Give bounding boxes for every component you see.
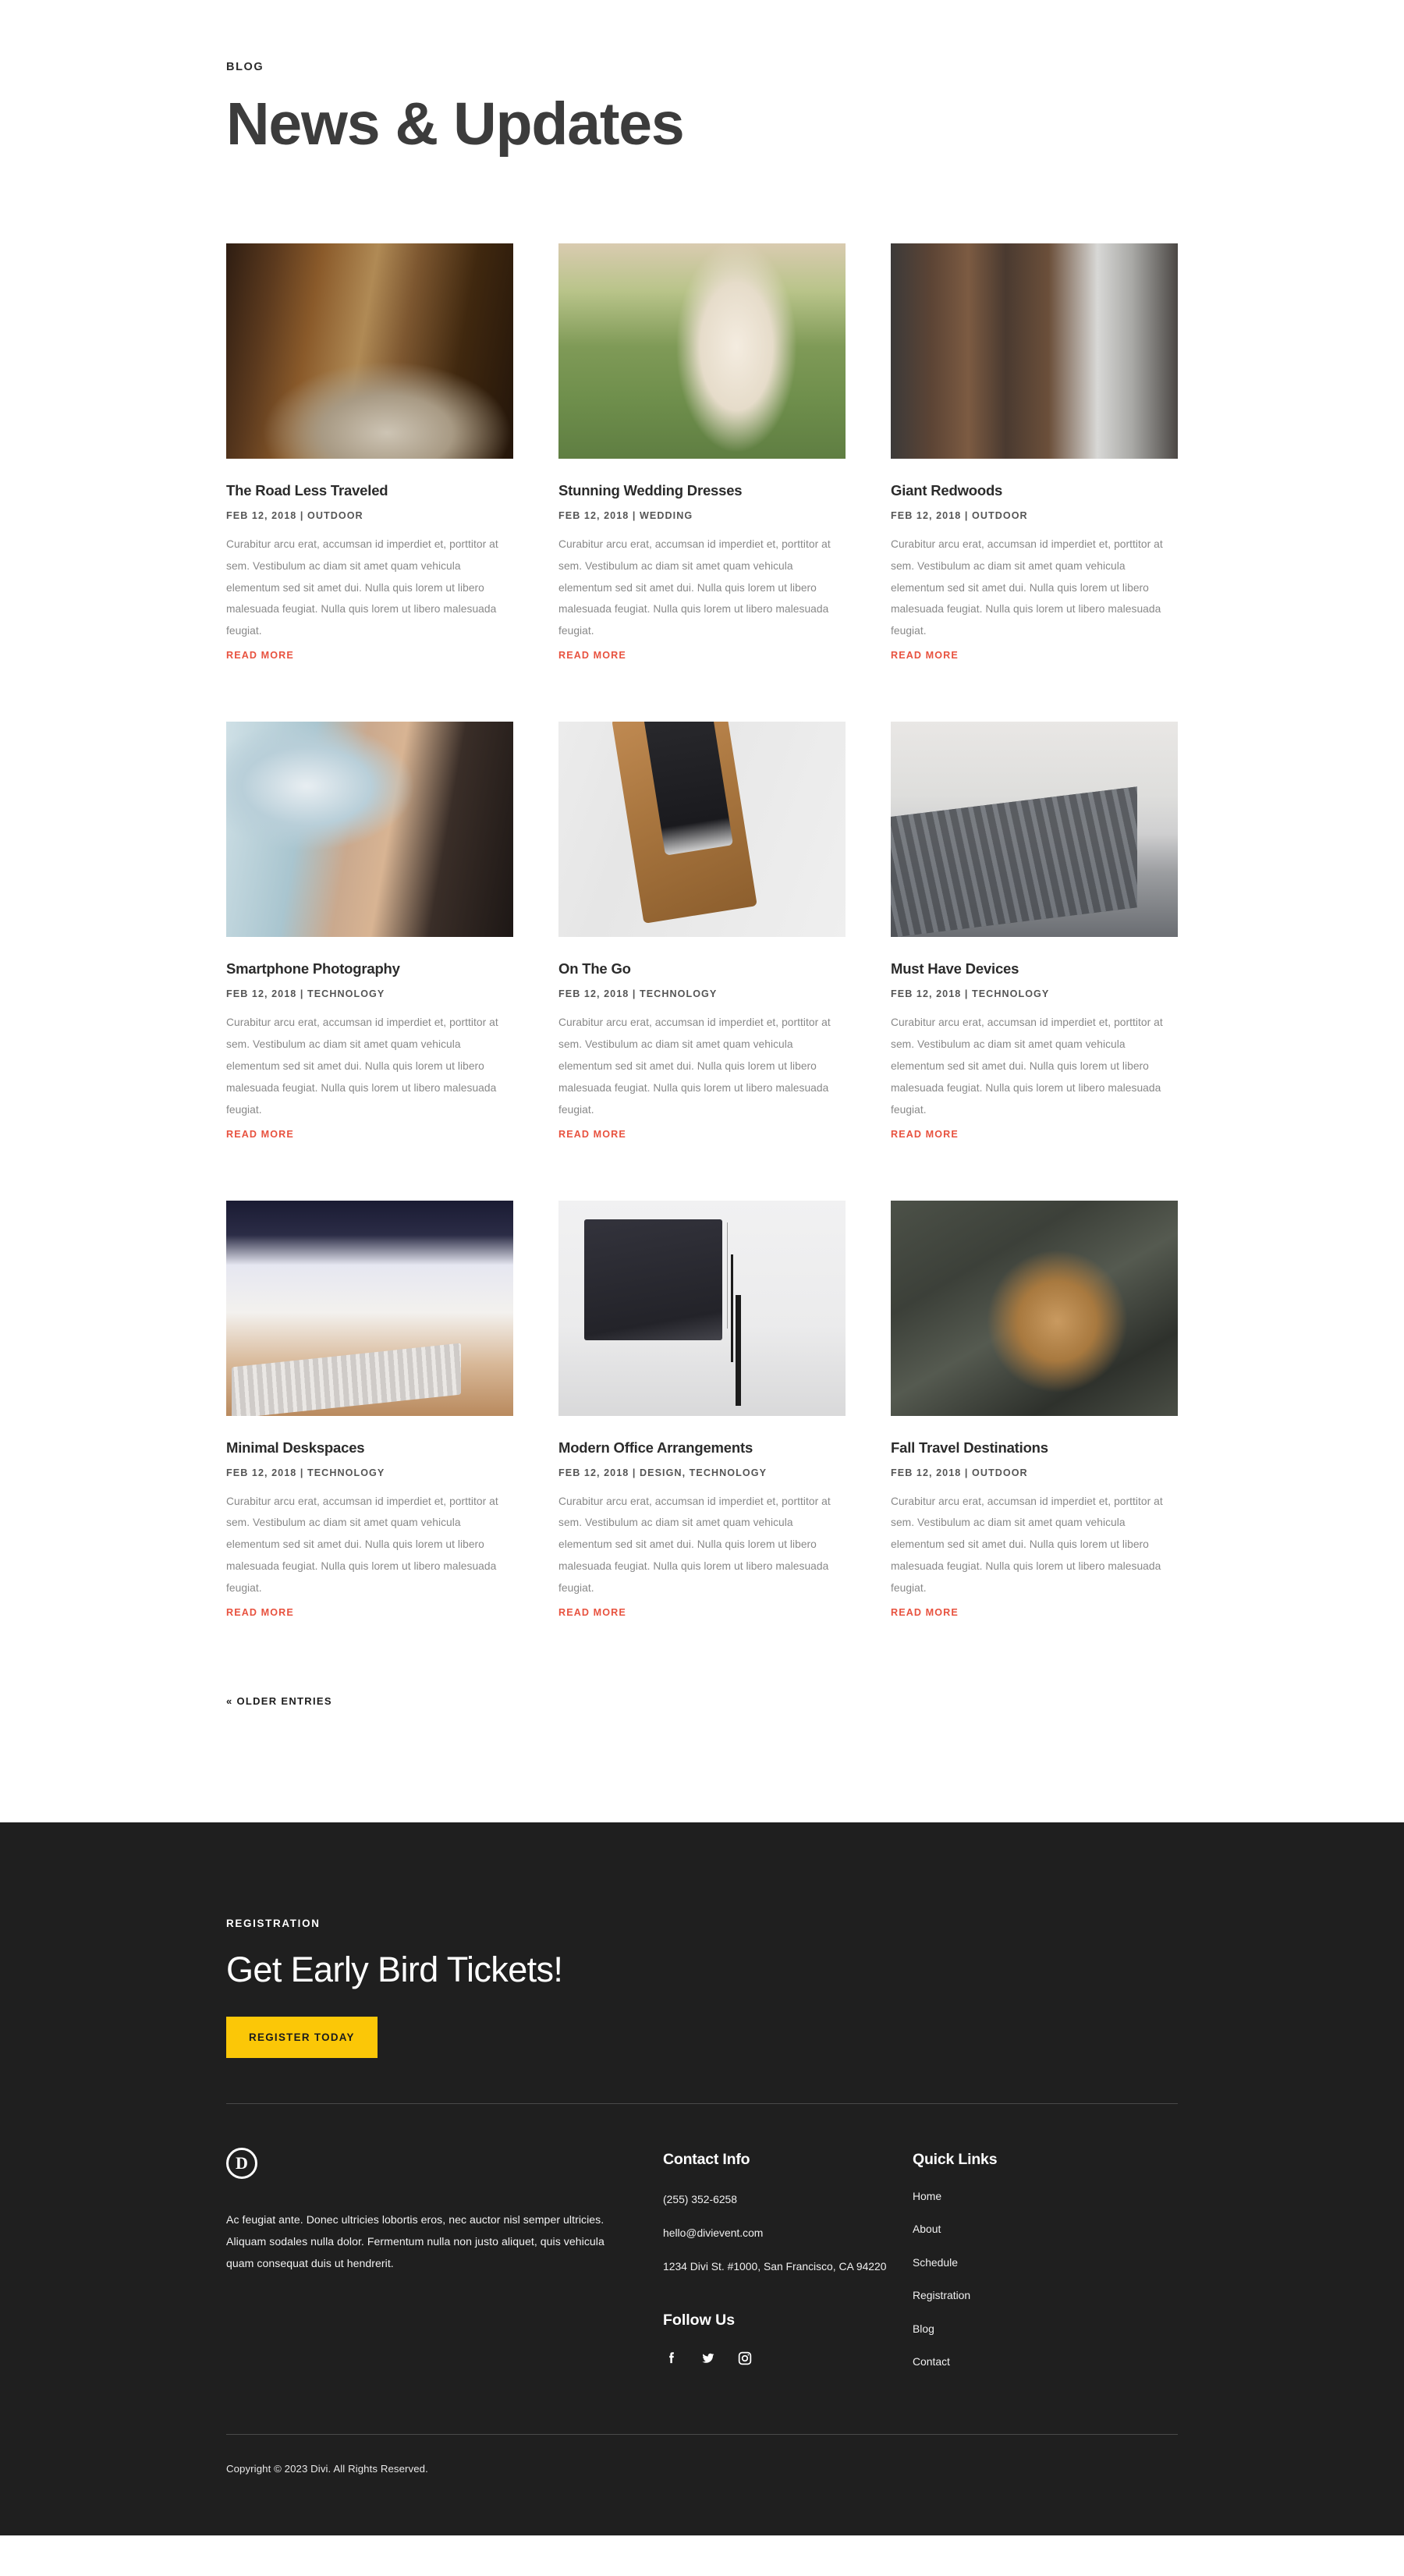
footer-quick-links-column: Quick Links Home About Schedule Registra…: [913, 2148, 1115, 2388]
follow-us-heading: Follow Us: [663, 2311, 736, 2329]
copyright-text: Copyright © 2023 Divi. All Rights Reserv…: [226, 2463, 428, 2475]
post-excerpt: Curabitur arcu erat, accumsan id imperdi…: [558, 1017, 831, 1116]
post-meta: FEB 12, 2018 | DESIGN, TECHNOLOGY: [558, 1467, 768, 1478]
quick-link-about[interactable]: About: [913, 2222, 1115, 2237]
post-excerpt: Curabitur arcu erat, accumsan id imperdi…: [558, 538, 831, 637]
post-excerpt: Curabitur arcu erat, accumsan id imperdi…: [891, 1495, 1163, 1595]
social-links: [663, 2350, 913, 2367]
post-thumbnail-link[interactable]: [226, 243, 513, 459]
post-meta: FEB 12, 2018 | TECHNOLOGY: [891, 988, 1050, 1000]
older-entries-link[interactable]: « OLDER ENTRIES: [226, 1695, 332, 1707]
post-title[interactable]: Fall Travel Destinations: [891, 1439, 1178, 1457]
post-thumbnail-link[interactable]: [558, 243, 846, 459]
read-more-link[interactable]: READ MORE: [558, 1129, 626, 1140]
post-title[interactable]: The Road Less Traveled: [226, 481, 513, 500]
post-excerpt: Curabitur arcu erat, accumsan id imperdi…: [226, 538, 498, 637]
post-meta: FEB 12, 2018 | TECHNOLOGY: [558, 988, 718, 1000]
contact-info-heading: Contact Info: [663, 2150, 750, 2168]
post-meta: FEB 12, 2018 | OUTDOOR: [891, 509, 1028, 521]
page-eyebrow: BLOG: [226, 61, 264, 73]
footer-section: REGISTRATION Get Early Bird Tickets! REG…: [0, 1822, 1404, 2536]
post-title[interactable]: On The Go: [558, 960, 846, 978]
imac-desk-lamp-office-photo: [558, 1200, 846, 1416]
blog-post-card[interactable]: On The Go FEB 12, 2018 | TECHNOLOGY Cura…: [558, 722, 846, 1141]
post-thumbnail-link[interactable]: [891, 1200, 1178, 1416]
blog-post-card[interactable]: The Road Less Traveled FEB 12, 2018 | OU…: [226, 243, 513, 662]
blog-post-grid: The Road Less Traveled FEB 12, 2018 | OU…: [226, 243, 1178, 1620]
quick-link-home[interactable]: Home: [913, 2189, 1115, 2204]
read-more-link[interactable]: READ MORE: [226, 1129, 294, 1140]
giant-redwood-trees-photo: [891, 243, 1178, 459]
post-title[interactable]: Giant Redwoods: [891, 481, 1178, 500]
post-title[interactable]: Must Have Devices: [891, 960, 1178, 978]
pinecone-closeup-photo: [891, 1200, 1178, 1416]
post-title[interactable]: Stunning Wedding Dresses: [558, 481, 846, 500]
wireless-keyboard-desk-photo: [226, 1200, 513, 1416]
laptop-keyboard-desk-photo: [891, 722, 1178, 938]
hands-holding-camera-photo: [226, 722, 513, 938]
post-meta: FEB 12, 2018 | TECHNOLOGY: [226, 1467, 385, 1478]
contact-email[interactable]: hello@divievent.com: [663, 2223, 913, 2244]
pagination: « OLDER ENTRIES: [226, 1694, 1178, 1776]
post-thumbnail-link[interactable]: [558, 1200, 846, 1416]
read-more-link[interactable]: READ MORE: [226, 650, 294, 661]
post-excerpt: Curabitur arcu erat, accumsan id imperdi…: [226, 1495, 498, 1595]
blog-page: BLOG News & Updates The Road Less Travel…: [0, 0, 1404, 2536]
post-meta: FEB 12, 2018 | WEDDING: [558, 509, 693, 521]
post-thumbnail-link[interactable]: [226, 1200, 513, 1416]
bride-in-wedding-dress-photo: [558, 243, 846, 459]
post-title[interactable]: Minimal Deskspaces: [226, 1439, 513, 1457]
cta-title: Get Early Bird Tickets!: [226, 1949, 563, 1989]
twitter-icon[interactable]: [700, 2350, 717, 2367]
facebook-icon[interactable]: [663, 2350, 680, 2367]
post-excerpt: Curabitur arcu erat, accumsan id imperdi…: [558, 1495, 831, 1595]
footer-about-text: Ac feugiat ante. Donec ultricies loborti…: [226, 2212, 604, 2269]
quick-link-blog[interactable]: Blog: [913, 2322, 1115, 2336]
post-excerpt: Curabitur arcu erat, accumsan id imperdi…: [891, 538, 1163, 637]
quick-links-heading: Quick Links: [913, 2150, 998, 2168]
post-thumbnail-link[interactable]: [891, 722, 1178, 938]
page-hero: BLOG News & Updates: [0, 0, 1404, 156]
post-thumbnail-link[interactable]: [891, 243, 1178, 459]
blog-post-card[interactable]: Stunning Wedding Dresses FEB 12, 2018 | …: [558, 243, 846, 662]
post-title[interactable]: Smartphone Photography: [226, 960, 513, 978]
read-more-link[interactable]: READ MORE: [558, 650, 626, 661]
blog-grid-section: The Road Less Traveled FEB 12, 2018 | OU…: [0, 156, 1404, 1822]
footer-about-column: D Ac feugiat ante. Donec ultricies lobor…: [226, 2147, 663, 2388]
post-meta: FEB 12, 2018 | TECHNOLOGY: [226, 988, 385, 1000]
divi-logo-icon[interactable]: D: [226, 2147, 257, 2179]
page-title: News & Updates: [226, 90, 685, 158]
cta-block: REGISTRATION Get Early Bird Tickets! REG…: [226, 1822, 1178, 2536]
post-thumbnail-link[interactable]: [558, 722, 846, 938]
tablet-stylus-leather-case-photo: [558, 722, 846, 938]
blog-post-card[interactable]: Smartphone Photography FEB 12, 2018 | TE…: [226, 722, 513, 1141]
blog-post-card[interactable]: Must Have Devices FEB 12, 2018 | TECHNOL…: [891, 722, 1178, 1141]
post-excerpt: Curabitur arcu erat, accumsan id imperdi…: [891, 1017, 1163, 1116]
read-more-link[interactable]: READ MORE: [558, 1607, 626, 1618]
blog-post-card[interactable]: Modern Office Arrangements FEB 12, 2018 …: [558, 1200, 846, 1620]
contact-phone[interactable]: (255) 352-6258: [663, 2189, 913, 2210]
autumn-forest-road-photo: [226, 243, 513, 459]
register-today-button[interactable]: REGISTER TODAY: [226, 2016, 378, 2058]
blog-post-card[interactable]: Fall Travel Destinations FEB 12, 2018 | …: [891, 1200, 1178, 1620]
read-more-link[interactable]: READ MORE: [891, 1129, 959, 1140]
cta-eyebrow: REGISTRATION: [226, 1917, 321, 1929]
contact-address: 1234 Divi St. #1000, San Francisco, CA 9…: [663, 2259, 887, 2273]
footer-contact-column: Contact Info (255) 352-6258 hello@diviev…: [663, 2148, 913, 2388]
post-excerpt: Curabitur arcu erat, accumsan id imperdi…: [226, 1017, 498, 1116]
read-more-link[interactable]: READ MORE: [891, 1607, 959, 1618]
quick-link-contact[interactable]: Contact: [913, 2354, 1115, 2369]
instagram-icon[interactable]: [736, 2350, 753, 2367]
post-thumbnail-link[interactable]: [226, 722, 513, 938]
blog-post-card[interactable]: Minimal Deskspaces FEB 12, 2018 | TECHNO…: [226, 1200, 513, 1620]
post-title[interactable]: Modern Office Arrangements: [558, 1439, 846, 1457]
post-meta: FEB 12, 2018 | OUTDOOR: [226, 509, 363, 521]
blog-post-card[interactable]: Giant Redwoods FEB 12, 2018 | OUTDOOR Cu…: [891, 243, 1178, 662]
quick-link-registration[interactable]: Registration: [913, 2288, 1115, 2303]
read-more-link[interactable]: READ MORE: [891, 650, 959, 661]
quick-link-schedule[interactable]: Schedule: [913, 2255, 1115, 2270]
read-more-link[interactable]: READ MORE: [226, 1607, 294, 1618]
post-meta: FEB 12, 2018 | OUTDOOR: [891, 1467, 1028, 1478]
footer-columns: D Ac feugiat ante. Donec ultricies lobor…: [226, 2104, 1178, 2388]
